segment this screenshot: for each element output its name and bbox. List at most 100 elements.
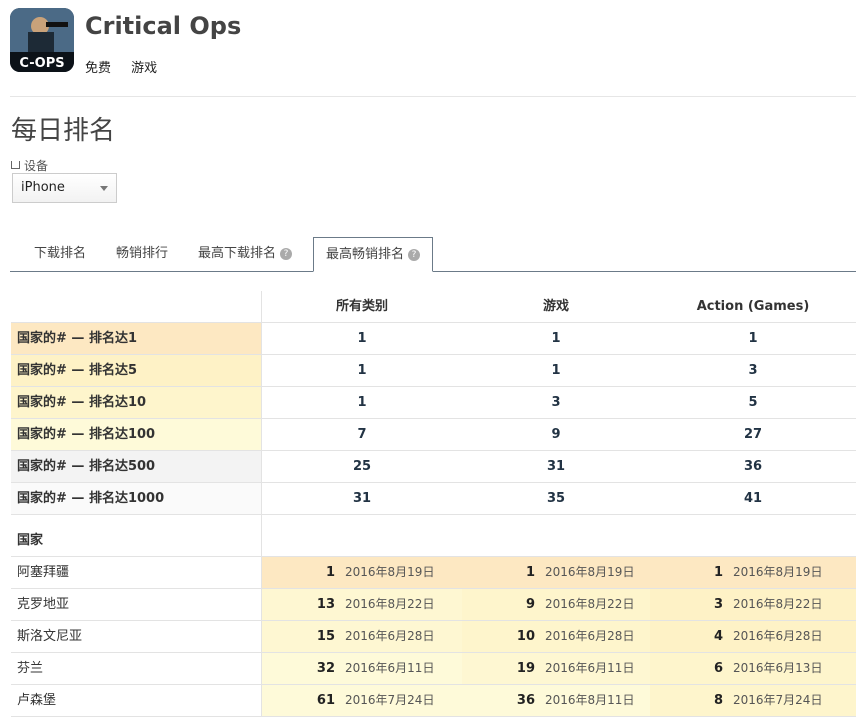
peak-date: 2016年6月11日: [345, 661, 435, 675]
rank-count: 31: [546, 459, 566, 474]
tab-top-grossing[interactable]: 最高畅销排名?: [313, 237, 434, 272]
app-icon-text: C-OPS: [19, 56, 64, 71]
tab-top-downloads[interactable]: 最高下载排名?: [186, 237, 304, 271]
peak-rank: 10: [516, 629, 535, 644]
peak-rank: 8: [713, 693, 723, 708]
row-label: 国家的# — 排名达1000: [11, 483, 262, 514]
peak-date: 2016年8月19日: [733, 565, 823, 579]
rank-count: 36: [743, 459, 763, 474]
country-name: 卢森堡: [11, 685, 262, 716]
peak-date: 2016年7月24日: [345, 693, 435, 707]
country-header: 国家: [11, 515, 262, 556]
table-row: 国家的# — 排名达5 1 1 3: [11, 355, 856, 387]
peak-date: 2016年8月22日: [545, 597, 635, 611]
rank-count: 5: [748, 395, 758, 410]
help-icon[interactable]: ?: [280, 248, 293, 260]
peak-date: 2016年8月22日: [345, 597, 435, 611]
tab-downloads[interactable]: 下载排名: [22, 237, 98, 271]
country-rank-cell: 32 2016年6月11日: [262, 653, 462, 684]
peak-rank: 36: [516, 693, 535, 708]
tab-label: 最高畅销排名: [326, 247, 405, 262]
chevron-down-icon: [100, 186, 108, 191]
column-header-all: 所有类别: [335, 299, 388, 314]
peak-date: 2016年6月28日: [545, 629, 635, 643]
peak-rank: 1: [525, 565, 535, 580]
country-rank-cell: 1 2016年8月19日: [462, 557, 650, 588]
country-rank-cell: 19 2016年6月11日: [462, 653, 650, 684]
help-icon[interactable]: ?: [408, 249, 421, 261]
row-label: 国家的# — 排名达1: [11, 323, 262, 354]
country-rank-cell: 15 2016年6月28日: [262, 621, 462, 652]
country-rank-cell: 8 2016年7月24日: [650, 685, 856, 716]
rank-count: 27: [743, 427, 763, 442]
peak-date: 2016年8月19日: [345, 565, 435, 579]
app-meta: 免费 游戏: [85, 57, 173, 76]
app-icon[interactable]: C-OPS: [10, 8, 74, 72]
rank-count: 9: [551, 427, 561, 442]
peak-rank: 1: [713, 565, 723, 580]
table-row: 国家的# — 排名达10 1 3 5: [11, 387, 856, 419]
peak-rank: 15: [316, 629, 335, 644]
tab-grossing[interactable]: 畅销排行: [104, 237, 180, 271]
ranking-tabs: 下载排名 畅销排行 最高下载排名? 最高畅销排名?: [10, 237, 856, 272]
table-header: 所有类别 游戏 Action (Games): [11, 291, 856, 323]
country-name: 克罗地亚: [11, 589, 262, 620]
country-rank-cell: 61 2016年7月24日: [262, 685, 462, 716]
peak-rank: 6: [713, 661, 723, 676]
column-header-action: Action (Games): [696, 299, 810, 314]
peak-rank: 13: [316, 597, 335, 612]
peak-date: 2016年6月28日: [733, 629, 823, 643]
country-rank-cell: 10 2016年6月28日: [462, 621, 650, 652]
header-spacer: [11, 291, 262, 322]
rank-count: 7: [357, 427, 367, 442]
peak-rank: 1: [325, 565, 335, 580]
peak-rank: 9: [525, 597, 535, 612]
section-title: 每日排名: [11, 116, 116, 146]
column-header-games: 游戏: [542, 299, 569, 314]
rank-count: 25: [352, 459, 372, 474]
row-label: 国家的# — 排名达100: [11, 419, 262, 450]
row-label: 国家的# — 排名达500: [11, 451, 262, 482]
country-rank-cell: 4 2016年6月28日: [650, 621, 856, 652]
tab-label: 畅销排行: [116, 246, 169, 261]
device-select[interactable]: iPhone: [12, 173, 117, 203]
device-icon: [11, 161, 20, 169]
country-rank-cell: 9 2016年8月22日: [462, 589, 650, 620]
country-row[interactable]: 克罗地亚 13 2016年8月22日 9 2016年8月22日 3 2016年8月22日: [11, 589, 856, 621]
country-row[interactable]: 斯洛文尼亚 15 2016年6月28日 10 2016年6月28日 4 2016年6月28日: [11, 621, 856, 653]
country-row[interactable]: 阿塞拜疆 1 2016年8月19日 1 2016年8月19日 1 2016年8月19日: [11, 557, 856, 589]
rank-count: 1: [357, 331, 367, 346]
country-name: 芬兰: [11, 653, 262, 684]
peak-rank: 19: [516, 661, 535, 676]
peak-date: 2016年6月13日: [733, 661, 823, 675]
peak-rank: 61: [316, 693, 335, 708]
table-row: 国家的# — 排名达500 25 31 36: [11, 451, 856, 483]
peak-date: 2016年7月24日: [733, 693, 823, 707]
country-row[interactable]: 芬兰 32 2016年6月11日 19 2016年6月11日 6 2016年6月13日: [11, 653, 856, 685]
country-name: 斯洛文尼亚: [11, 621, 262, 652]
country-row[interactable]: 卢森堡 61 2016年7月24日 36 2016年8月11日 8 2016年7月24日: [11, 685, 856, 717]
peak-date: 2016年6月11日: [545, 661, 635, 675]
app-header: C-OPS Critical Ops 免费 游戏: [10, 8, 856, 97]
peak-date: 2016年8月11日: [545, 693, 635, 707]
country-rank-cell: 1 2016年8月19日: [262, 557, 462, 588]
peak-date: 2016年6月28日: [345, 629, 435, 643]
country-rank-cell: 3 2016年8月22日: [650, 589, 856, 620]
app-category[interactable]: 游戏: [131, 61, 157, 76]
peak-rank: 4: [713, 629, 723, 644]
rank-count: 1: [357, 363, 367, 378]
device-select-value: iPhone: [21, 180, 65, 195]
country-header-row: 国家: [11, 515, 856, 557]
peak-date: 2016年8月22日: [733, 597, 823, 611]
device-label-text: 设备: [24, 159, 49, 173]
country-rank-cell: 36 2016年8月11日: [462, 685, 650, 716]
country-rank-cell: 13 2016年8月22日: [262, 589, 462, 620]
row-label: 国家的# — 排名达5: [11, 355, 262, 386]
app-price: 免费: [85, 61, 112, 76]
country-rank-cell: 1 2016年8月19日: [650, 557, 856, 588]
peak-rank: 32: [316, 661, 335, 676]
country-name: 阿塞拜疆: [11, 557, 262, 588]
table-row: 国家的# — 排名达1000 31 35 41: [11, 483, 856, 515]
rank-count: 1: [551, 331, 561, 346]
rank-count: 31: [352, 491, 372, 506]
